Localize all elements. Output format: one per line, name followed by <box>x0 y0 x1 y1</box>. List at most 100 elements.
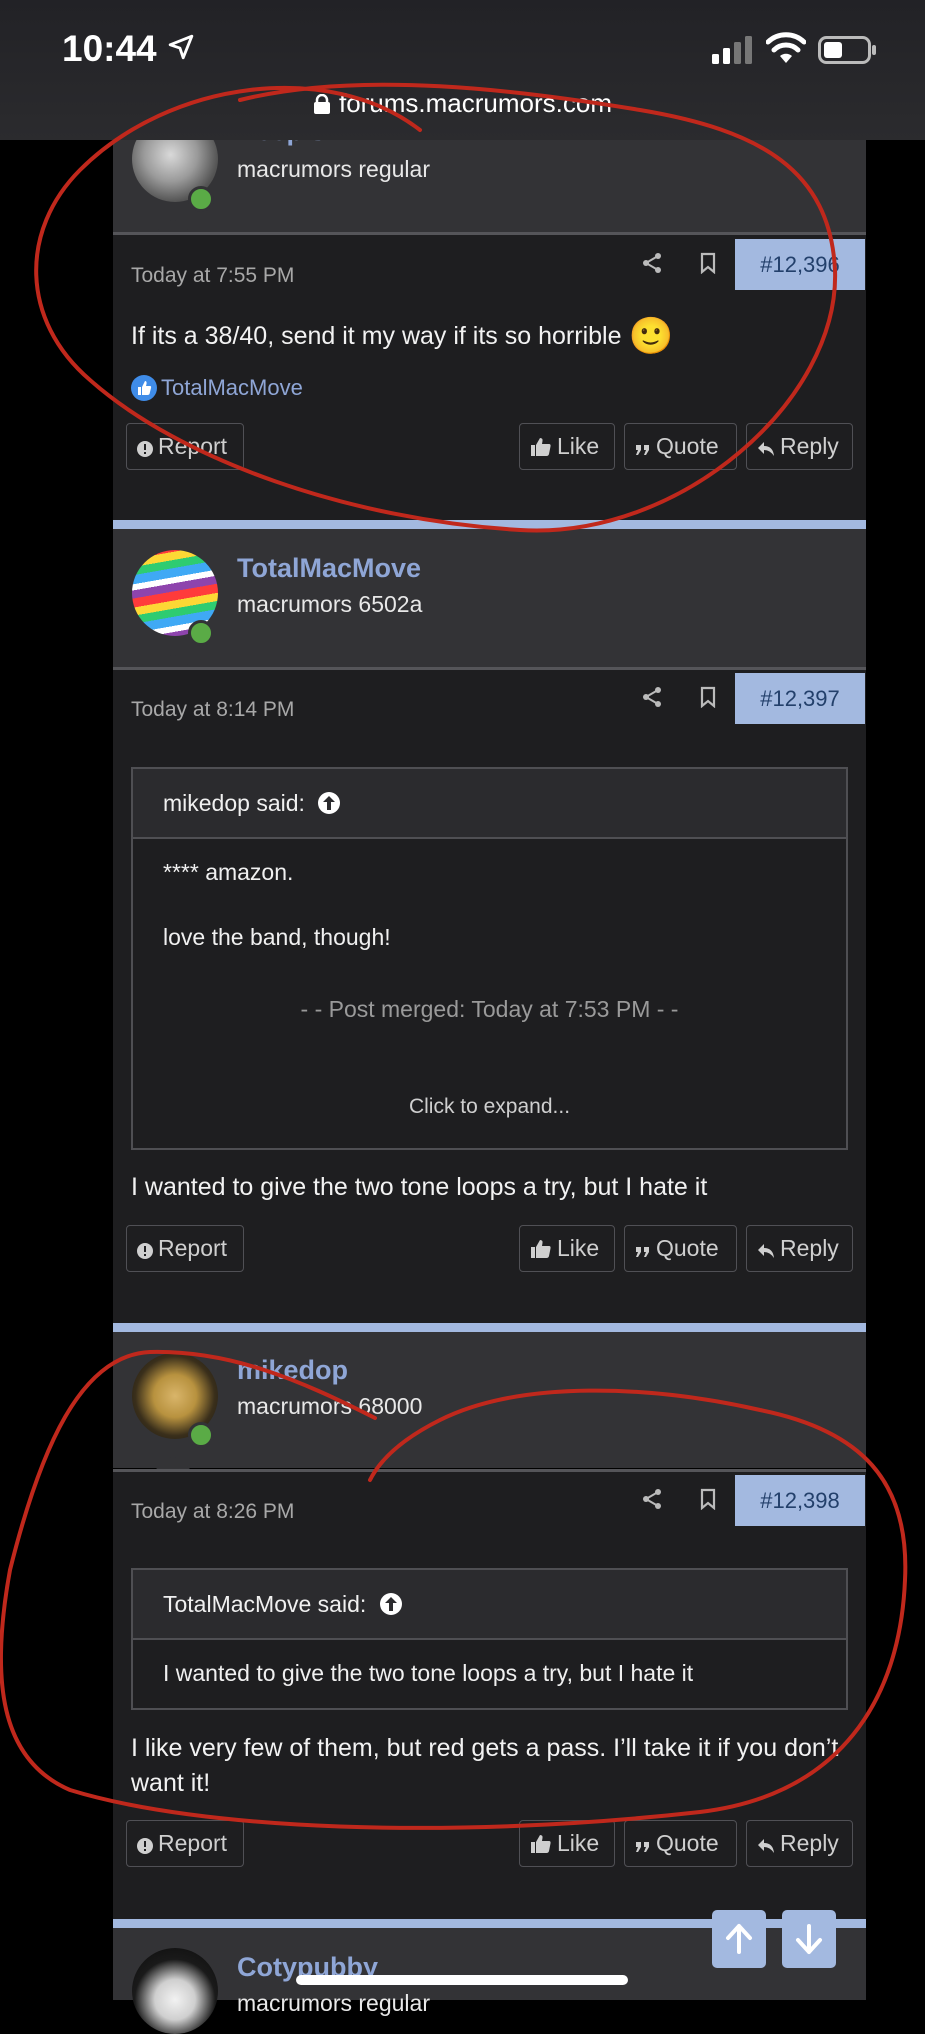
like-label: Like <box>557 1235 600 1261</box>
lock-icon <box>313 94 330 114</box>
quote-icon <box>636 445 649 455</box>
status-bar: 10:44 forums.macrumors.com <box>0 0 925 140</box>
quote-icon <box>636 1247 649 1257</box>
reaction-user[interactable]: TotalMacMove <box>161 375 303 400</box>
username[interactable]: mikedop <box>237 1355 348 1386</box>
report-button[interactable]: Report <box>126 1820 244 1867</box>
reply-icon <box>758 442 774 456</box>
share-icon[interactable] <box>641 252 663 274</box>
post-message: I like very few of them, but red gets a … <box>131 1734 839 1797</box>
quote-block[interactable]: mikedop said: **** amazon. love the band… <box>131 767 848 1150</box>
share-icon[interactable] <box>641 686 663 708</box>
reply-button[interactable]: Reply <box>746 423 853 470</box>
online-indicator <box>188 186 214 212</box>
bookmark-icon[interactable] <box>697 1488 719 1510</box>
like-reaction-icon <box>131 375 157 401</box>
location-arrow-icon <box>168 34 194 60</box>
post-date[interactable]: Today at 8:26 PM <box>131 1500 294 1524</box>
header-pointer <box>156 218 190 232</box>
quote-button[interactable]: Quote <box>624 423 737 470</box>
post-message: I wanted to give the two tone loops a tr… <box>131 1173 708 1201</box>
quote-author[interactable]: TotalMacMove said: <box>163 1591 366 1617</box>
merged-notice: - - Post merged: Today at 7:53 PM - - <box>300 996 679 1022</box>
online-indicator <box>188 1422 214 1448</box>
quote-button[interactable]: Quote <box>624 1820 737 1867</box>
reply-label: Reply <box>780 1235 839 1261</box>
header-pointer <box>156 1455 190 1469</box>
quote-icon <box>636 1842 649 1852</box>
post-user-header <box>113 140 866 234</box>
report-label: Report <box>158 1830 228 1856</box>
jump-up-icon[interactable] <box>379 1592 403 1616</box>
thumbs-up-icon <box>531 438 551 456</box>
thumbs-up-icon <box>531 1240 551 1258</box>
post-user-header <box>113 1332 866 1468</box>
quote-line: **** amazon. <box>163 859 294 885</box>
like-label: Like <box>557 433 600 459</box>
scroll-top-button[interactable] <box>712 1910 766 1968</box>
report-button[interactable]: Report <box>126 423 244 470</box>
reaction-line[interactable]: TotalMacMove <box>131 375 303 401</box>
home-indicator[interactable] <box>296 1975 628 1985</box>
quote-label: Quote <box>656 1830 719 1856</box>
quote-header[interactable]: mikedop said: <box>133 769 846 839</box>
online-indicator <box>188 620 214 646</box>
user-title: macrumors regular <box>237 156 430 182</box>
quote-line: love the band, though! <box>163 924 391 950</box>
user-title: macrumors 68000 <box>237 1393 423 1419</box>
quote-line: I wanted to give the two tone loops a tr… <box>163 1660 694 1686</box>
like-label: Like <box>557 1830 600 1856</box>
report-button[interactable]: Report <box>126 1225 244 1272</box>
jump-up-icon[interactable] <box>317 791 341 815</box>
quote-header[interactable]: TotalMacMove said: <box>133 1570 846 1640</box>
username[interactable]: TotalMacMove <box>237 553 421 584</box>
url-text: forums.macrumors.com <box>338 88 613 118</box>
quote-author[interactable]: mikedop said: <box>163 790 305 816</box>
reply-button[interactable]: Reply <box>746 1225 853 1272</box>
reply-icon <box>758 1244 774 1258</box>
cellular-signal-icon <box>712 36 752 64</box>
post-number[interactable]: #12,397 <box>735 673 865 724</box>
bookmark-icon[interactable] <box>697 686 719 708</box>
reply-icon <box>758 1839 774 1853</box>
post-date[interactable]: Today at 8:14 PM <box>131 698 294 722</box>
user-title: macrumors regular <box>237 1990 430 2016</box>
click-to-expand[interactable]: Click to expand... <box>133 1095 846 1119</box>
post-message: If its a 38/40, send it my way if its so… <box>131 318 851 354</box>
reply-label: Reply <box>780 1830 839 1856</box>
like-button[interactable]: Like <box>519 423 615 470</box>
reply-button[interactable]: Reply <box>746 1820 853 1867</box>
smile-emoji: 🙂 <box>628 315 674 356</box>
report-icon <box>137 441 153 457</box>
clock: 10:44 <box>62 28 157 69</box>
reply-label: Reply <box>780 433 839 459</box>
post-message-text: If its a 38/40, send it my way if its so… <box>131 322 622 350</box>
avatar[interactable] <box>132 1948 218 2034</box>
report-icon <box>137 1243 153 1259</box>
post-separator <box>113 1323 866 1332</box>
arrow-down-icon <box>796 1924 822 1954</box>
report-label: Report <box>158 433 228 459</box>
like-button[interactable]: Like <box>519 1820 615 1867</box>
wifi-icon <box>766 32 806 63</box>
like-button[interactable]: Like <box>519 1225 615 1272</box>
header-pointer <box>156 653 190 667</box>
quote-label: Quote <box>656 1235 719 1261</box>
address-bar[interactable]: forums.macrumors.com <box>0 88 925 119</box>
share-icon[interactable] <box>641 1488 663 1510</box>
report-label: Report <box>158 1235 228 1261</box>
bookmark-icon[interactable] <box>697 252 719 274</box>
thumbs-up-icon <box>531 1835 551 1853</box>
user-title: macrumors 6502a <box>237 591 423 617</box>
post-number[interactable]: #12,398 <box>735 1475 865 1526</box>
post-user-header <box>113 529 866 667</box>
post-date[interactable]: Today at 7:55 PM <box>131 264 294 288</box>
post-separator <box>113 520 866 529</box>
arrow-up-icon <box>726 1924 752 1954</box>
quote-label: Quote <box>656 433 719 459</box>
battery-icon <box>818 36 876 64</box>
quote-block[interactable]: TotalMacMove said: I wanted to give the … <box>131 1568 848 1710</box>
scroll-bottom-button[interactable] <box>782 1910 836 1968</box>
post-number[interactable]: #12,396 <box>735 239 865 290</box>
quote-button[interactable]: Quote <box>624 1225 737 1272</box>
